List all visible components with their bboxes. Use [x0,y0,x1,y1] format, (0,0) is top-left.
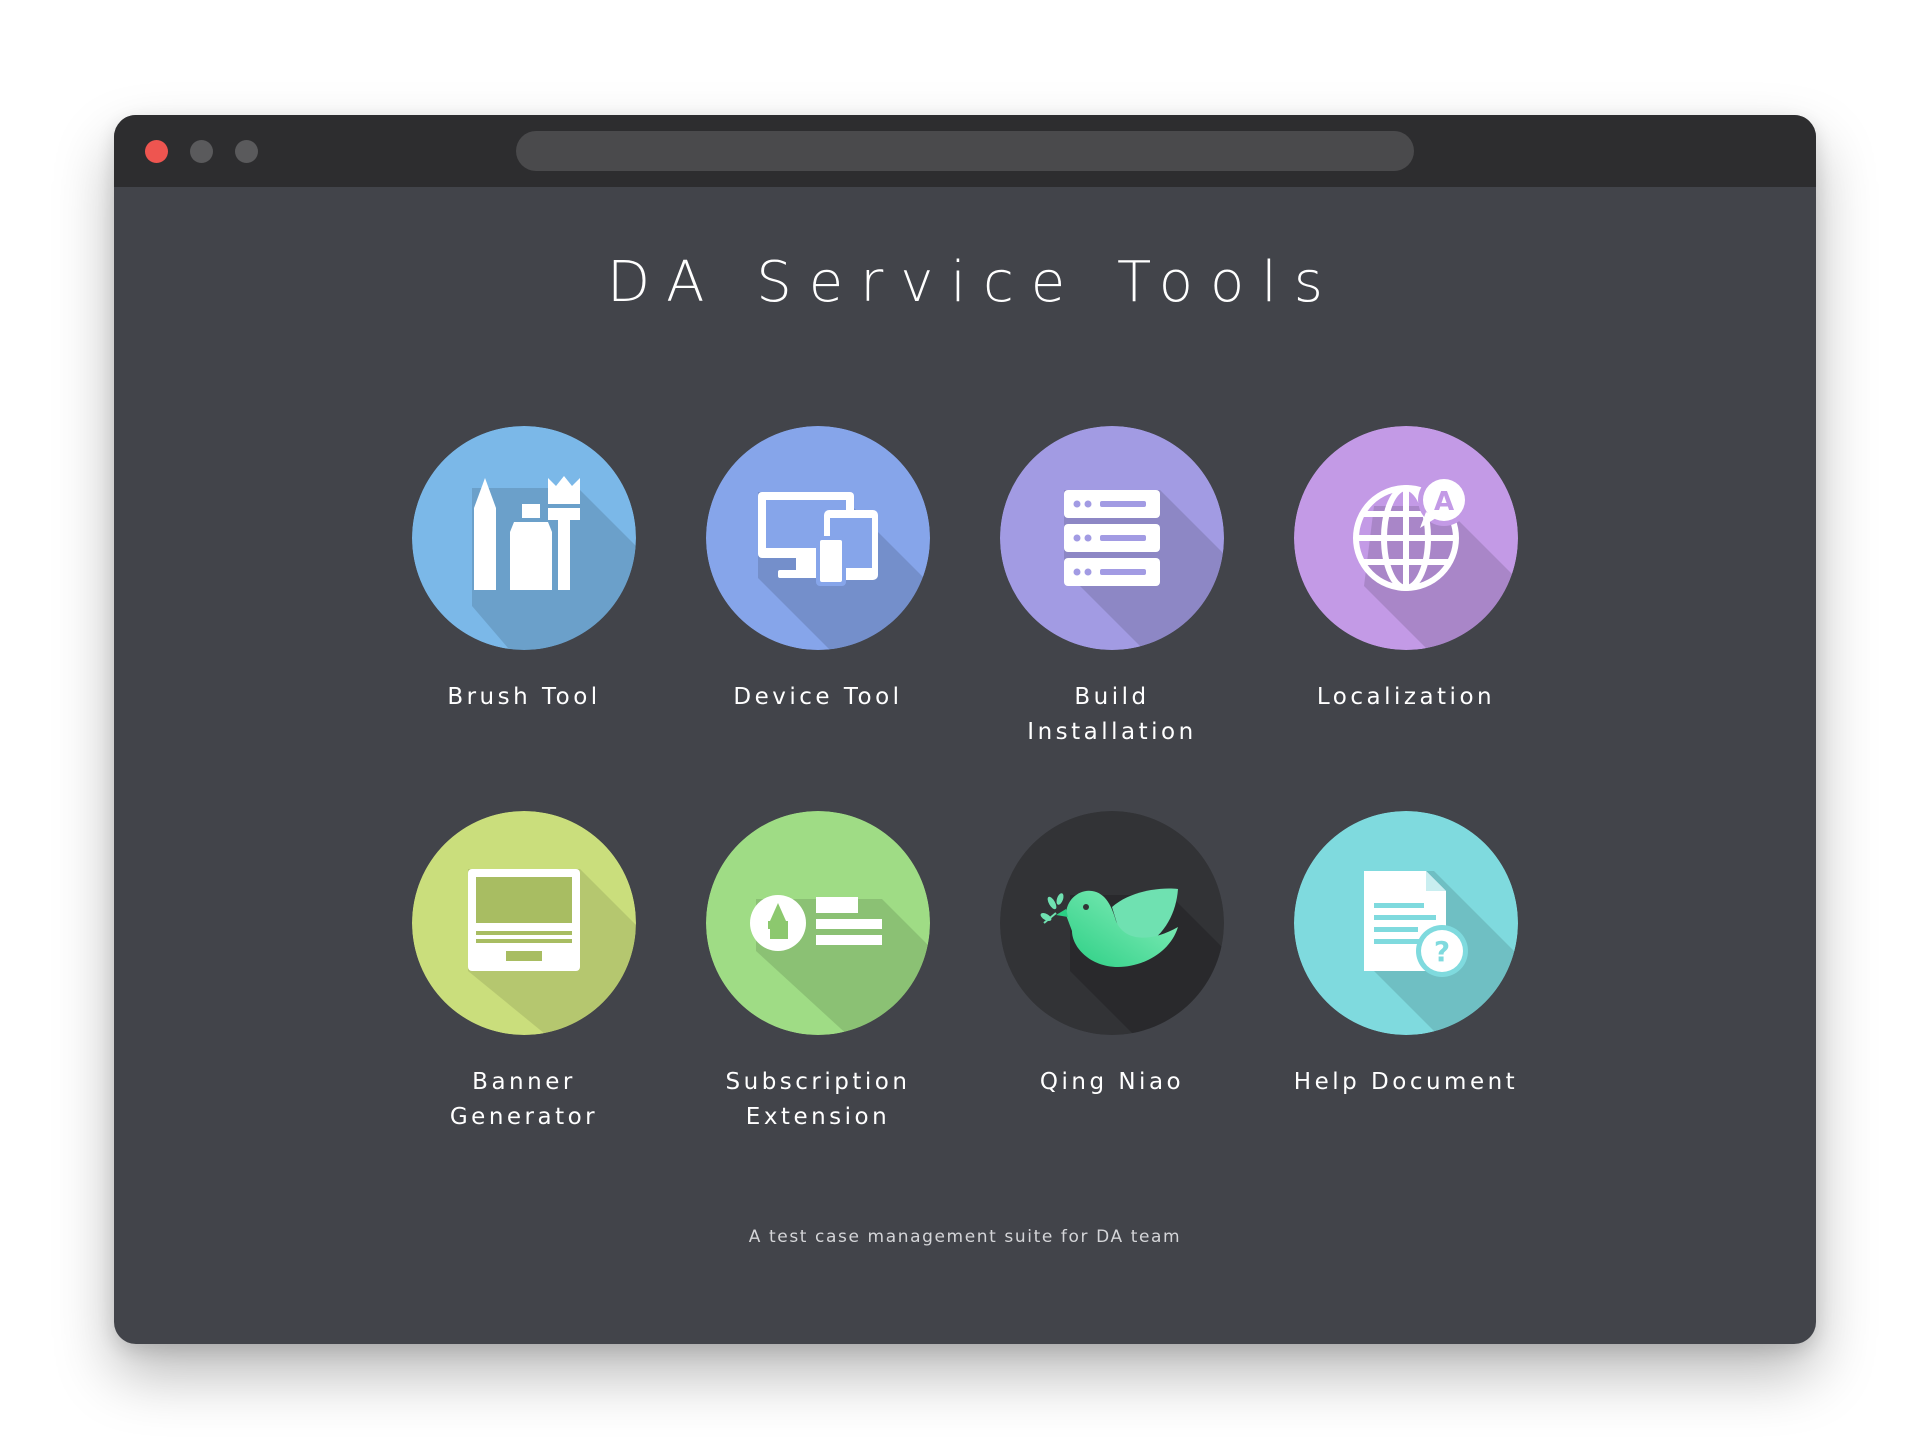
maximize-window-button[interactable] [235,140,258,163]
banner-icon[interactable] [412,811,636,1035]
tool-qing-niao[interactable]: Qing Niao [965,811,1259,1100]
tool-build-installation[interactable]: Build Installation [965,426,1259,750]
browser-window: DA Service Tools Brush Tool Device Tool … [114,115,1816,1344]
tool-label: Subscription Extension [725,1069,911,1130]
devices-icon[interactable] [706,426,930,650]
address-bar[interactable] [516,131,1414,171]
tool-label: Banner Generator [449,1069,599,1130]
tool-label: Build Installation [1027,684,1197,745]
brush-icon[interactable] [412,426,636,650]
tool-help-document[interactable]: ? Help Document [1259,811,1553,1100]
page-footer: A test case management suite for DA team [748,1227,1182,1247]
tool-banner-generator[interactable]: Banner Generator [377,811,671,1135]
title-bar [114,115,1816,187]
bird-icon[interactable] [1000,811,1224,1035]
tool-localization[interactable]: A Localization [1259,426,1553,715]
tool-brush-tool[interactable]: Brush Tool [377,426,671,715]
tool-label: Qing Niao [1039,1069,1185,1095]
minimize-window-button[interactable] [190,140,213,163]
tool-device-tool[interactable]: Device Tool [671,426,965,715]
svg-text:A: A [1434,487,1454,517]
page-title: DA Service Tools [607,250,1340,315]
close-window-button[interactable] [145,140,168,163]
subscription-icon[interactable] [706,811,930,1035]
globe-translate-icon[interactable]: A [1294,426,1518,650]
tool-label: Localization [1316,684,1496,710]
tool-label: Brush Tool [447,684,601,710]
tool-label: Help Document [1293,1069,1519,1095]
svg-text:?: ? [1434,935,1450,968]
help-document-icon[interactable]: ? [1294,811,1518,1035]
server-list-icon[interactable] [1000,426,1224,650]
tool-label: Device Tool [733,684,903,710]
tool-subscription-extension[interactable]: Subscription Extension [671,811,965,1135]
